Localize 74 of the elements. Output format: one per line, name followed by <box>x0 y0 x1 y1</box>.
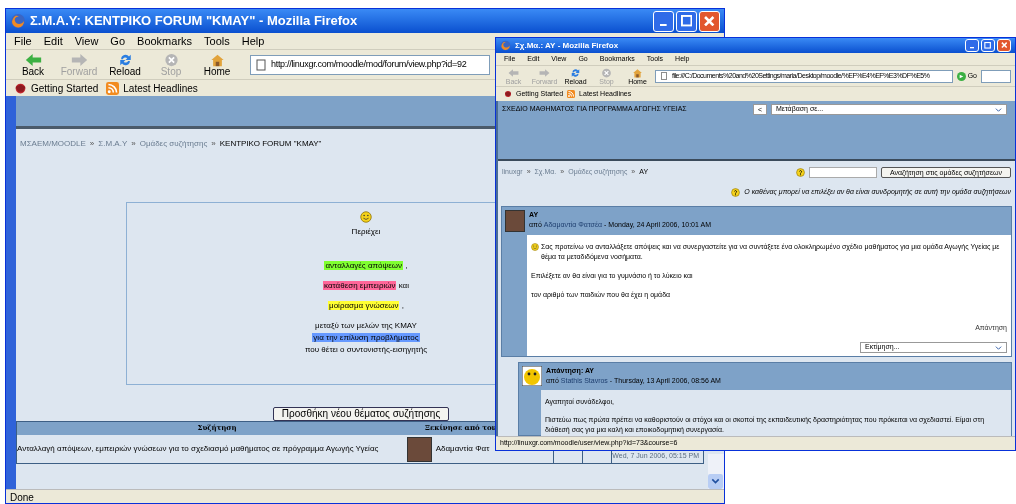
dropdown-caret-icon <box>995 106 1002 113</box>
search-field[interactable] <box>808 167 877 178</box>
forward-arrow-icon <box>70 52 88 67</box>
reload-button[interactable]: Reload <box>106 52 144 77</box>
minimize-button[interactable] <box>653 10 674 32</box>
table-cell: Αδαμαντία Φατ <box>435 443 490 455</box>
breadcrumb-link[interactable]: Σ.Μ.Α.Υ <box>98 138 128 150</box>
maximize-button[interactable] <box>676 10 697 32</box>
rss-icon <box>106 81 120 95</box>
photo-placeholder <box>406 436 432 462</box>
menu-item[interactable]: File <box>14 32 32 50</box>
help-icon <box>795 168 805 177</box>
separator-arrow: » <box>211 138 216 150</box>
back-arrow-icon <box>24 52 42 67</box>
back-arrow-icon <box>508 67 519 78</box>
minimize-icon <box>969 47 975 49</box>
reload-icon <box>570 67 581 78</box>
status-bar: Done <box>6 489 724 503</box>
close-icon <box>1000 42 1008 49</box>
new-topic-button[interactable]: Προσθήκη νέου θέματος συζήτησης <box>272 407 450 421</box>
scrollbar[interactable] <box>708 454 724 489</box>
page-icon <box>255 58 267 71</box>
home-button[interactable]: Home <box>198 52 236 77</box>
search-field[interactable] <box>981 69 1011 83</box>
bookmark-icon <box>14 81 27 95</box>
menu-item[interactable]: View <box>74 32 99 50</box>
dropdown-caret-icon <box>995 343 1002 351</box>
window-title: Σχ.Μα.: ΑΥ - Mozilla Firefox <box>515 39 620 52</box>
page-icon <box>660 72 668 80</box>
stop-icon <box>162 52 180 67</box>
stop-icon <box>601 67 612 78</box>
globe-icon <box>500 40 511 51</box>
breadcrumb-link[interactable]: ΜΣΑΕΜ/MOODLE <box>20 138 86 150</box>
intro-line: μοίρασμα γνώσεων , <box>328 300 404 312</box>
menu-item[interactable]: Tools <box>204 32 230 50</box>
separator-arrow: » <box>89 138 95 150</box>
window-title: Σ.Μ.Α.Υ: ΚΕΝΤΡΙΚΟ FORUM "ΚΜΑΥ" - Mozilla Firefox <box>30 12 359 31</box>
close-icon <box>704 15 715 27</box>
house-icon <box>632 67 643 78</box>
smiley-avatar-icon <box>522 365 542 386</box>
address-field[interactable]: http://linuxgr.com/moodle/mod/forum/view.php?id=92 <box>250 54 490 75</box>
back-button[interactable]: Back <box>14 52 52 77</box>
maximize-button[interactable] <box>981 39 995 52</box>
close-button[interactable] <box>699 10 720 32</box>
caption-text: Περιέχει <box>351 226 381 238</box>
help-icon <box>731 187 741 197</box>
table-cell-text: Ανταλλαγή απόψεων, εμπειριών γνώσεων για το σχεδιασμό μαθήματος σε πρόγραμμα Αγωγής Υγείας <box>17 443 380 455</box>
minimize-button[interactable] <box>965 39 979 52</box>
bookmark-icon <box>504 90 512 98</box>
intro-line: μεταξύ των μελών της ΚΜΑΥ <box>314 320 418 332</box>
smiley-icon <box>360 211 372 223</box>
separator-arrow: » <box>131 138 136 150</box>
smiley-icon <box>531 242 539 251</box>
menu-item[interactable]: Go <box>110 32 126 50</box>
maximize-icon <box>680 15 693 27</box>
intro-line: που θέτει ο συντονιστής-εισηγητής <box>303 344 429 356</box>
maximize-icon <box>984 42 992 49</box>
intro-line: κατάθεση εμπειριών και <box>323 280 409 292</box>
go-arrow-icon <box>956 71 966 81</box>
minimize-icon <box>660 23 667 26</box>
rss-icon <box>567 90 576 98</box>
photo-placeholder <box>505 209 525 232</box>
close-button[interactable] <box>997 39 1011 52</box>
menu-item[interactable]: Bookmarks <box>137 32 193 50</box>
breadcrumb-current: ΚΕΝΤΡΙΚΟ FORUM "ΚΜΑΥ" <box>219 138 322 150</box>
menu-item[interactable]: Edit <box>43 32 63 50</box>
menu-item[interactable]: Help <box>241 32 265 50</box>
globe-icon <box>10 13 26 29</box>
bookmark-link[interactable]: Getting Started <box>14 80 99 96</box>
breadcrumb-link[interactable]: Ομάδες συζήτησης <box>139 138 208 150</box>
intro-line: ανταλλαγές απόψεων , <box>324 260 408 272</box>
forward-arrow-icon <box>539 67 550 78</box>
bookmark-link[interactable]: Latest Headlines <box>106 80 198 96</box>
scroll-down-icon <box>708 474 723 489</box>
